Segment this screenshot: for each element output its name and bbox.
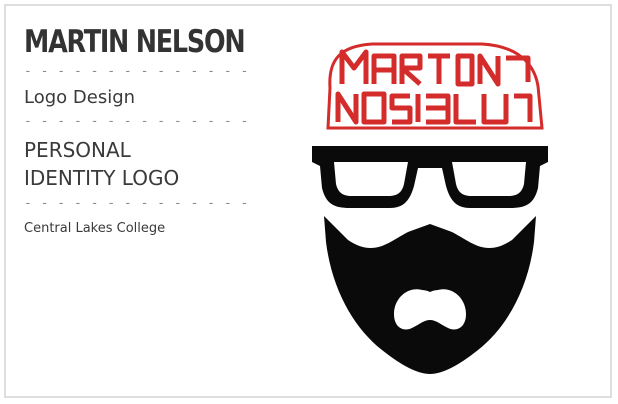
logo-artwork-svg <box>312 42 548 374</box>
bearded-face-logo-icon <box>302 28 558 378</box>
divider: - - - - - - - - - - - - - - <box>24 196 249 211</box>
project-title: PERSONAL IDENTITY LOGO <box>24 136 254 192</box>
designer-name: MARTIN NELSON <box>24 24 246 60</box>
glasses-icon <box>312 146 548 208</box>
hat-lettering-icon <box>326 42 544 130</box>
project-title-line2: IDENTITY LOGO <box>24 166 180 190</box>
project-title-line1: PERSONAL <box>24 138 131 162</box>
project-category: Logo Design <box>24 87 136 108</box>
project-info: MARTIN NELSON - - - - - - - - - - - - - … <box>24 20 254 238</box>
school-name: Central Lakes College <box>24 221 166 236</box>
beard-icon <box>324 216 536 374</box>
divider: - - - - - - - - - - - - - - <box>24 64 249 79</box>
divider: - - - - - - - - - - - - - - <box>24 114 249 129</box>
portfolio-card: MARTIN NELSON - - - - - - - - - - - - - … <box>4 4 612 398</box>
